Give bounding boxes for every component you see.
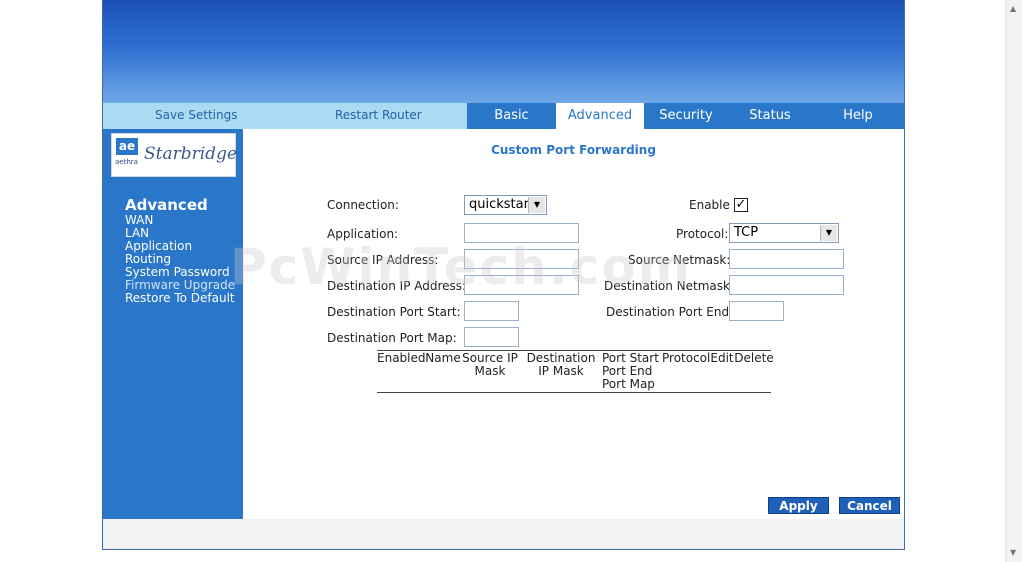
- dest-netmask-label: Destination Netmask:: [604, 279, 735, 293]
- nav-actions: Save Settings Restart Router: [103, 103, 467, 129]
- tab-help[interactable]: Help: [812, 103, 904, 129]
- logo-brand-text: Starbridge: [144, 144, 238, 164]
- application-input[interactable]: [464, 223, 579, 243]
- dest-port-map-label: Destination Port Map:: [327, 331, 457, 345]
- application-label: Application:: [327, 227, 399, 241]
- logo-mark: ae: [116, 138, 138, 155]
- col-delete: Delete: [734, 351, 774, 365]
- tab-advanced[interactable]: Advanced: [556, 103, 644, 129]
- chevron-down-icon: ▼: [528, 197, 545, 213]
- scroll-down-icon[interactable]: ▼: [1010, 548, 1016, 557]
- col-destination-ip-mask: Destination IP Mask: [526, 351, 596, 378]
- dest-port-end-label: Destination Port End:: [606, 305, 734, 319]
- source-netmask-input[interactable]: [729, 249, 844, 269]
- col-protocol: Protocol: [662, 351, 711, 365]
- logo-small-text: aethra: [115, 158, 138, 166]
- dest-ip-input[interactable]: [464, 275, 579, 295]
- bottom-strip: [103, 519, 904, 549]
- tab-status[interactable]: Status: [728, 103, 812, 129]
- dest-ip-label: Destination IP Address:: [327, 279, 467, 293]
- main-content: Custom Port Forwarding Connection: quick…: [243, 129, 904, 519]
- restart-router-link[interactable]: Restart Router: [335, 108, 422, 122]
- dest-port-end-input[interactable]: [729, 301, 784, 321]
- dest-port-map-input[interactable]: [464, 327, 519, 347]
- header-banner: [103, 0, 904, 103]
- page-title: Custom Port Forwarding: [491, 143, 656, 157]
- dest-port-start-label: Destination Port Start:: [327, 305, 461, 319]
- col-edit: Edit: [710, 351, 734, 365]
- sidebar-heading: Advanced: [125, 196, 208, 214]
- tab-security[interactable]: Security: [644, 103, 728, 129]
- col-name: Name: [425, 351, 461, 365]
- source-ip-input[interactable]: [464, 249, 579, 269]
- tab-basic[interactable]: Basic: [467, 103, 556, 129]
- enable-label: Enable: [689, 198, 730, 212]
- nav-tabs: Basic Advanced Security Status Help: [467, 103, 904, 129]
- dest-netmask-input[interactable]: [729, 275, 844, 295]
- sidebar: ae aethra Starbridge Advanced WAN LAN Ap…: [103, 129, 243, 519]
- connection-label: Connection:: [327, 198, 399, 212]
- cancel-button[interactable]: Cancel: [839, 497, 900, 514]
- apply-button[interactable]: Apply: [768, 497, 829, 514]
- checkmark-icon: ✓: [735, 197, 747, 212]
- save-settings-link[interactable]: Save Settings: [155, 108, 238, 122]
- col-source-ip-mask: Source IP Mask: [462, 351, 518, 378]
- chevron-down-icon: ▼: [820, 225, 837, 241]
- enable-checkbox[interactable]: ✓: [734, 198, 748, 212]
- connection-value: quickstart: [469, 197, 535, 212]
- router-frame: Save Settings Restart Router Basic Advan…: [102, 0, 905, 550]
- connection-select[interactable]: quickstart ▼: [464, 195, 547, 215]
- scroll-up-icon[interactable]: ▲: [1010, 4, 1016, 13]
- protocol-value: TCP: [734, 225, 759, 240]
- source-netmask-label: Source Netmask:: [628, 253, 731, 267]
- top-navbar: Save Settings Restart Router Basic Advan…: [103, 103, 904, 129]
- dest-port-start-input[interactable]: [464, 301, 519, 321]
- col-port: Port Start Port End Port Map: [602, 351, 659, 391]
- vertical-scrollbar[interactable]: ▲ ▼: [1005, 0, 1022, 562]
- sidebar-item-restore-default[interactable]: Restore To Default: [125, 292, 235, 305]
- protocol-label: Protocol:: [676, 227, 729, 241]
- protocol-select[interactable]: TCP ▼: [729, 223, 839, 243]
- source-ip-label: Source IP Address:: [327, 253, 439, 267]
- table-bottom-rule: [377, 392, 771, 393]
- brand-logo: ae aethra Starbridge: [111, 133, 238, 177]
- col-enabled: Enabled: [377, 351, 426, 365]
